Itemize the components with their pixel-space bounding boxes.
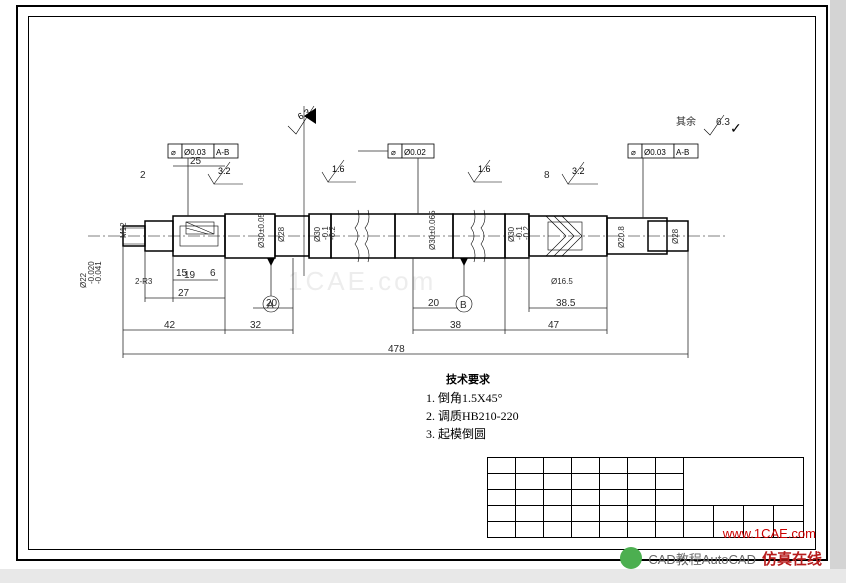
svg-text:A-B: A-B — [676, 148, 689, 157]
svg-text:Ø0.03: Ø0.03 — [644, 148, 666, 157]
tech-req-line-3: 3. 起模倒圆 — [426, 425, 519, 443]
svg-text:1.6: 1.6 — [332, 164, 345, 174]
logo-text-cad: CAD教程AutoCAD — [648, 549, 756, 568]
scrollbar-right[interactable] — [830, 0, 846, 583]
svg-text:A-B: A-B — [216, 148, 229, 157]
svg-text:Ø30±0.05: Ø30±0.05 — [257, 212, 266, 248]
svg-text:Ø30±0.065: Ø30±0.065 — [428, 210, 437, 250]
svg-text:32: 32 — [250, 320, 262, 331]
svg-text:38: 38 — [450, 320, 462, 331]
footer-logo: CAD教程AutoCAD 仿真在线 — [620, 547, 822, 569]
svg-text:20: 20 — [428, 298, 440, 309]
tolerance-frame-right: ⌀ Ø0.03 A-B — [628, 144, 698, 218]
svg-text:A: A — [267, 300, 274, 311]
svg-text:Ø20.8: Ø20.8 — [617, 226, 626, 248]
svg-text:2-R3: 2-R3 — [135, 277, 153, 286]
svg-text:42: 42 — [164, 320, 176, 331]
svg-text:B: B — [460, 300, 467, 311]
svg-text:⌀: ⌀ — [171, 148, 176, 157]
svg-text:47: 47 — [548, 320, 560, 331]
svg-text:3.2: 3.2 — [572, 166, 585, 176]
svg-text:15: 15 — [176, 268, 188, 279]
svg-text:⌀: ⌀ — [631, 148, 636, 157]
svg-text:1.6: 1.6 — [478, 164, 491, 174]
svg-text:-0.2: -0.2 — [328, 226, 337, 240]
tech-req-title: 技术要求 — [446, 372, 519, 389]
svg-text:⌀: ⌀ — [391, 148, 396, 157]
scrollbar-bottom[interactable] — [0, 569, 846, 583]
tech-req-line-1: 1. 倒角1.5X45° — [426, 389, 519, 407]
shaft-drawing: ⌀ Ø0.03 A-B ⌀ Ø0.02 ⌀ Ø0.03 A-B — [68, 66, 768, 396]
svg-text:Ø0.02: Ø0.02 — [404, 148, 426, 157]
datum-b: B — [456, 258, 472, 312]
surface-finish-left: 3.2 — [208, 162, 243, 184]
svg-text:38.5: 38.5 — [556, 298, 576, 309]
tolerance-frame-left: ⌀ Ø0.03 A-B — [168, 144, 238, 216]
svg-text:M12: M12 — [119, 222, 128, 238]
watermark-url: www.1CAE.com — [723, 526, 816, 541]
svg-text:8: 8 — [544, 170, 550, 181]
svg-text:6: 6 — [210, 268, 216, 279]
svg-text:Ø28: Ø28 — [671, 228, 680, 244]
svg-text:2: 2 — [140, 170, 146, 181]
tech-req-line-2: 2. 调质HB210-220 — [426, 407, 519, 425]
drawing-canvas: 其余 6.3 ✓ 1CAE.com — [28, 16, 816, 550]
svg-text:-0.2: -0.2 — [522, 226, 531, 240]
svg-text:-0.041: -0.041 — [94, 261, 103, 284]
svg-text:3.2: 3.2 — [218, 166, 231, 176]
section-symbol: 6.3 — [288, 106, 316, 276]
technical-requirements: 技术要求 1. 倒角1.5X45° 2. 调质HB210-220 3. 起模倒圆 — [426, 372, 519, 443]
svg-text:27: 27 — [178, 288, 190, 299]
svg-text:478: 478 — [388, 344, 405, 355]
svg-text:Ø16.5: Ø16.5 — [551, 277, 573, 286]
svg-text:25: 25 — [190, 156, 202, 167]
logo-text-sim: 仿真在线 — [762, 548, 822, 569]
svg-text:Ø28: Ø28 — [277, 226, 286, 242]
tolerance-frame-mid: ⌀ Ø0.02 — [358, 144, 434, 214]
wechat-icon — [620, 547, 642, 569]
